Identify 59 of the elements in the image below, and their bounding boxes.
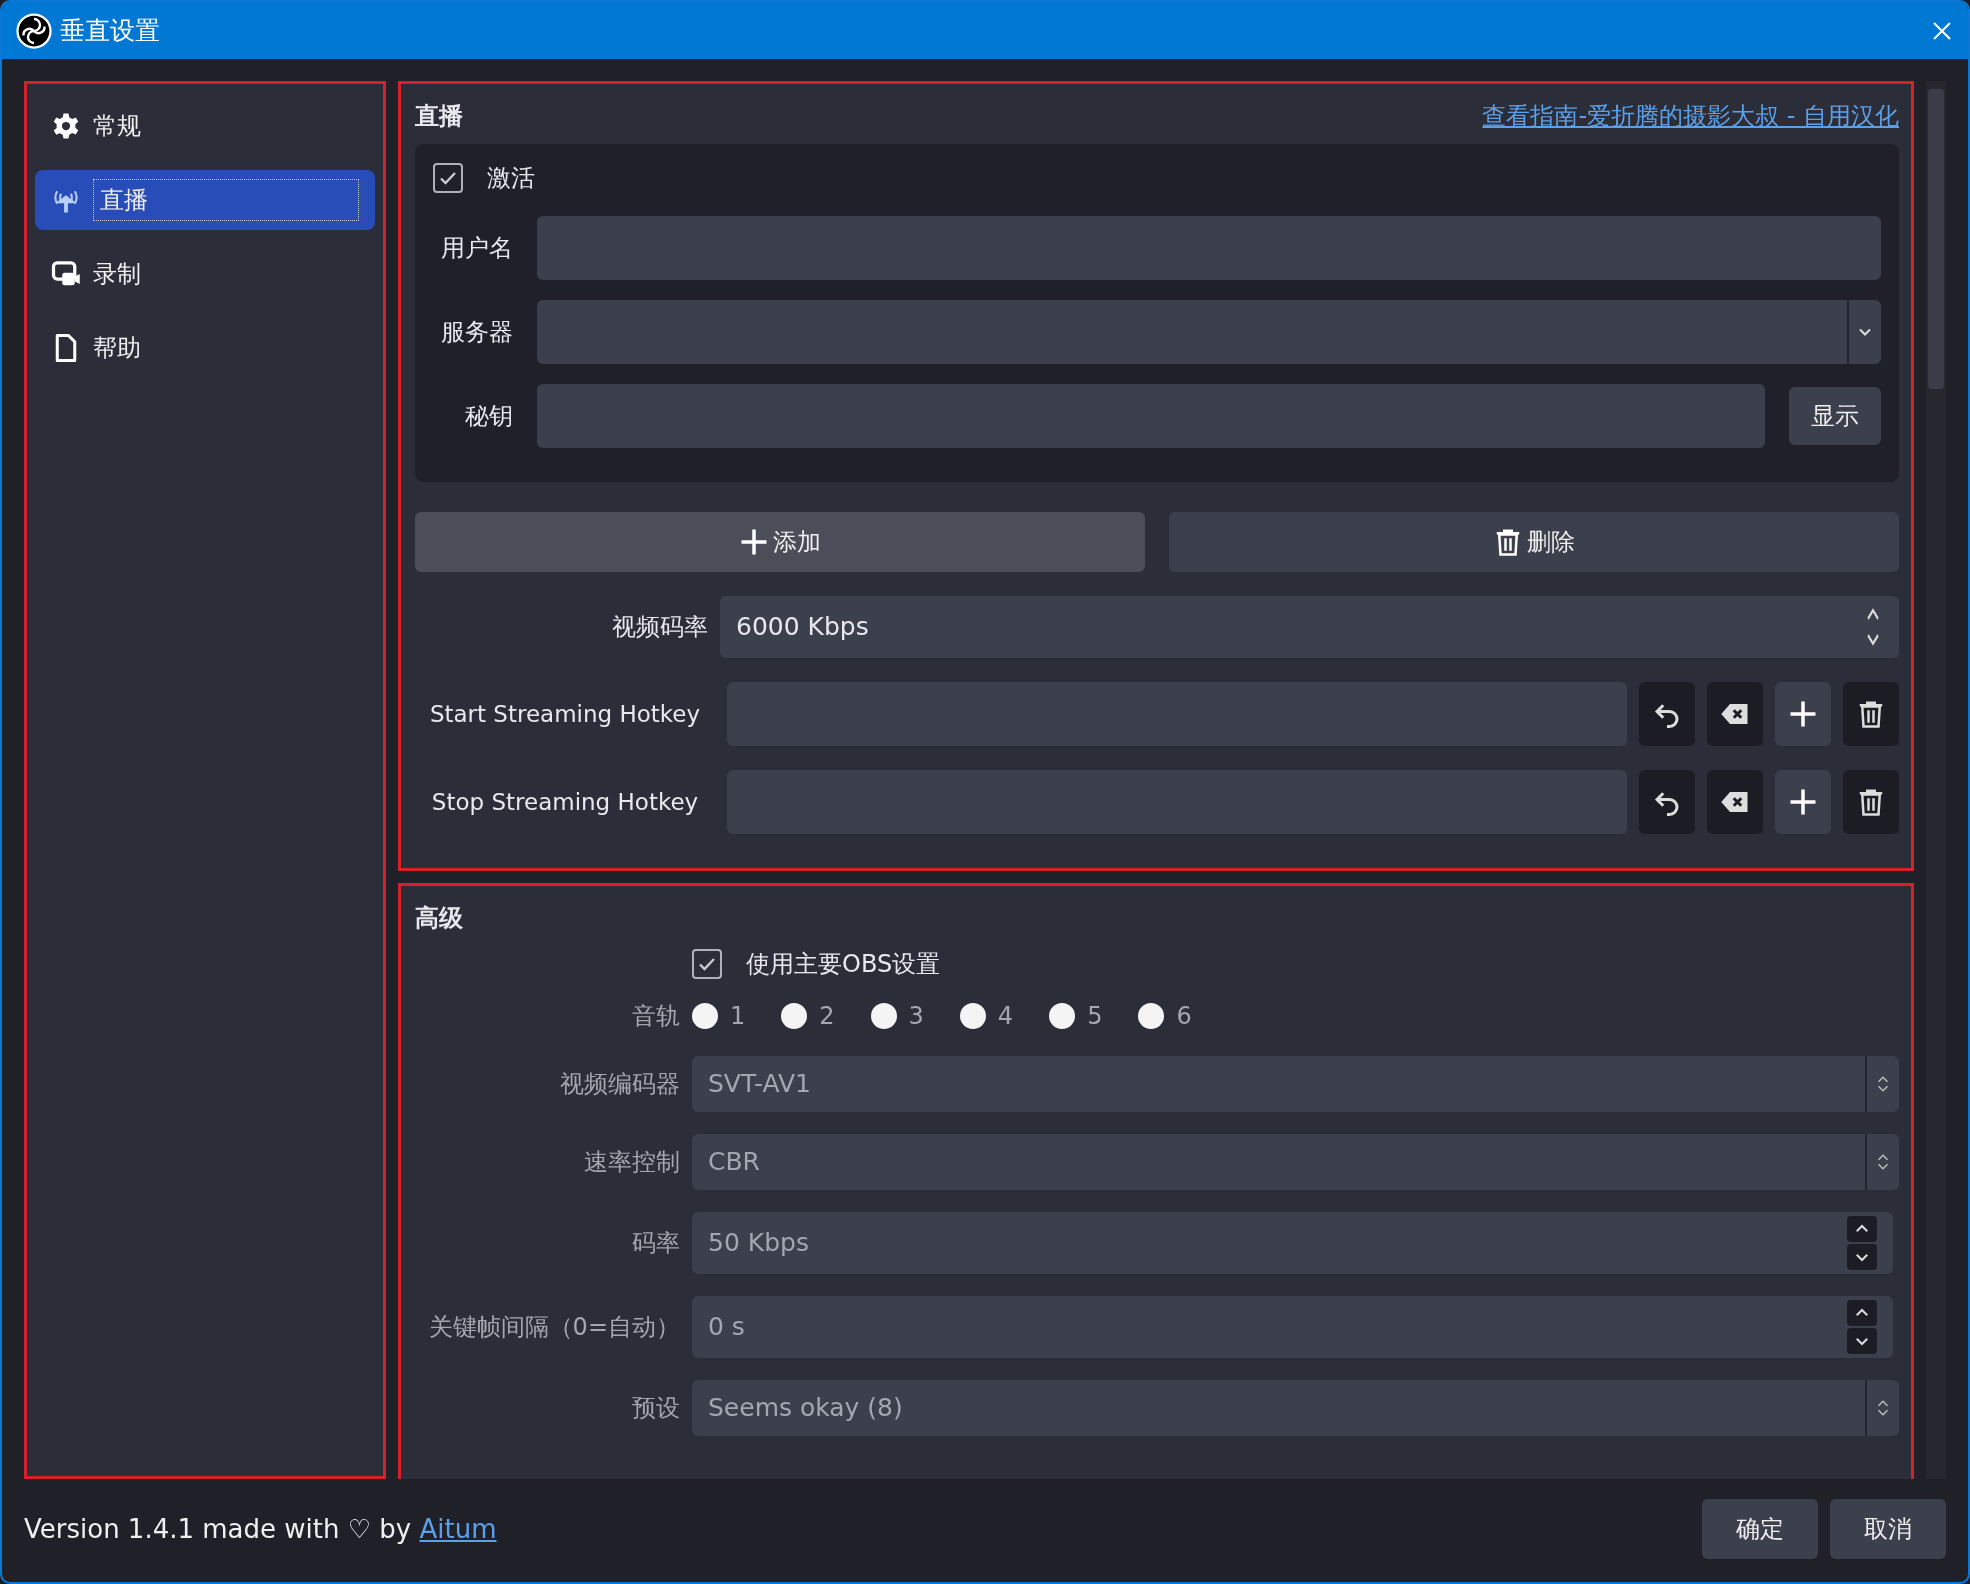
ok-button[interactable]: 确定: [1702, 1499, 1818, 1559]
delete-button[interactable]: 删除: [1169, 512, 1899, 572]
cancel-button[interactable]: 取消: [1830, 1499, 1946, 1559]
sidebar-item[interactable]: 常规: [35, 96, 375, 156]
field-label: 音轨: [631, 1001, 680, 1032]
field-value: Seems okay (8): [708, 1392, 903, 1425]
version-text: Version 1.4.1 made with ♡ by Aitum: [24, 1512, 497, 1546]
field-label: 码率: [631, 1228, 680, 1259]
field-label: 秘钥: [464, 401, 513, 432]
input-field[interactable]: [537, 216, 1881, 280]
sidebar-item[interactable]: 帮助: [35, 318, 375, 378]
checkbox-label: 激活: [487, 163, 535, 194]
field-value: SVT-AV1: [708, 1068, 811, 1101]
field-label: 视频码率: [611, 612, 708, 643]
field-value: 0 s: [708, 1311, 745, 1344]
clear-button[interactable]: [1707, 770, 1763, 834]
plus-icon: [1788, 699, 1818, 729]
field-label: 用户名: [440, 233, 513, 264]
field-label: 预设: [631, 1393, 680, 1424]
show-button[interactable]: 显示: [1789, 387, 1881, 445]
sidebar-item[interactable]: 录制: [35, 244, 375, 304]
section-title: 直播: [415, 101, 463, 132]
scrollbar[interactable]: [1926, 81, 1946, 1479]
add-button[interactable]: 添加: [415, 512, 1145, 572]
radio-label: 3: [908, 1001, 924, 1032]
field-label: 服务器: [440, 317, 513, 348]
radio-label: 2: [819, 1001, 835, 1032]
field-label: 视频编码器: [559, 1069, 680, 1100]
field-value: 50 Kbps: [708, 1227, 809, 1260]
field-label: 关键帧间隔（0=自动）: [427, 1312, 680, 1343]
app-logo-icon: [16, 12, 52, 49]
clear-button[interactable]: [1707, 682, 1763, 746]
hotkey-label: Start Streaming Hotkey: [428, 699, 702, 729]
guide-link[interactable]: 查看指南-爱折腾的摄影大叔 - 自用汉化: [1482, 98, 1899, 134]
section-title: 高级: [415, 903, 463, 934]
aitum-link[interactable]: Aitum: [419, 1513, 497, 1544]
password-field[interactable]: [537, 384, 1765, 448]
checkbox[interactable]: [692, 949, 722, 979]
radio-label: 4: [997, 1001, 1014, 1032]
field-value: CBR: [708, 1146, 760, 1179]
trash-button[interactable]: [1843, 770, 1899, 834]
plus-icon: [1788, 787, 1818, 817]
radio-label: 6: [1176, 1001, 1192, 1032]
bitrate-spinbox[interactable]: 6000 Kbps: [720, 596, 1899, 658]
plus-icon: [739, 527, 769, 557]
window-title: 垂直设置: [60, 14, 160, 47]
plus-button[interactable]: [1775, 770, 1831, 834]
hotkey-label: Stop Streaming Hotkey: [430, 787, 700, 817]
radio-label: 5: [1087, 1001, 1103, 1032]
checkbox-label: 使用主要OBS设置: [746, 949, 941, 980]
undo-button[interactable]: [1639, 682, 1695, 746]
sidebar-item[interactable]: 直播: [35, 170, 375, 230]
checkbox[interactable]: [433, 163, 463, 193]
trash-button[interactable]: [1843, 682, 1899, 746]
plus-button[interactable]: [1775, 682, 1831, 746]
radio-label: 1: [730, 1001, 746, 1032]
undo-button[interactable]: [1639, 770, 1695, 834]
gear-icon: [51, 111, 81, 141]
field-label: 速率控制: [583, 1147, 680, 1178]
